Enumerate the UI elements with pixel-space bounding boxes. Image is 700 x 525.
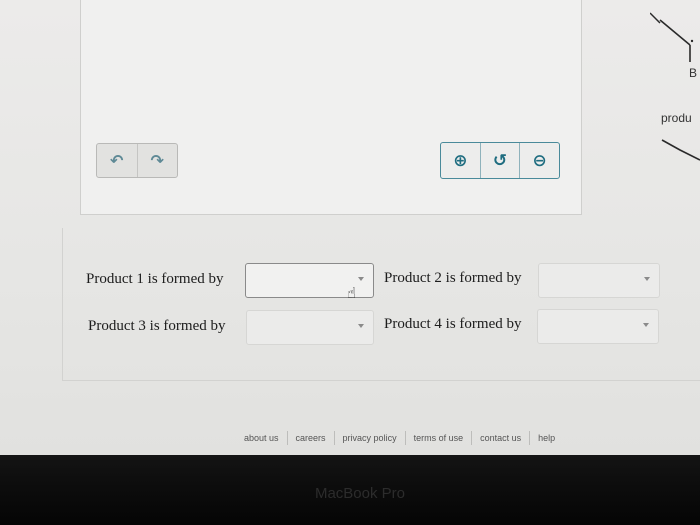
question-area [62,228,700,381]
structure-caption: produ [661,111,692,125]
undo-button[interactable]: ↶ [97,144,138,177]
molecule-structure [650,12,700,161]
chevron-down-icon [358,324,364,328]
atom-label: B [689,66,698,80]
redo-icon: ↷ [150,151,164,170]
footer-links: about us careers privacy policy terms of… [236,428,563,448]
footer-link-careers[interactable]: careers [288,433,334,443]
zoom-in-icon: ⊕ [453,150,468,171]
question-label-3: Product 3 is formed by [88,318,226,334]
question-label-2: Product 2 is formed by [384,270,522,286]
chevron-down-icon [643,323,649,327]
undo-icon: ↶ [110,151,124,170]
reset-zoom-icon: ↺ [492,150,508,171]
footer-link-about[interactable]: about us [236,433,287,443]
hand-cursor-icon: ☝ [347,284,357,302]
reset-zoom-button[interactable]: ↺ [481,143,521,178]
product-4-select[interactable] [537,309,659,344]
footer-link-contact[interactable]: contact us [472,433,529,443]
zoom-in-button[interactable]: ⊕ [441,143,481,178]
footer-link-terms[interactable]: terms of use [406,433,472,443]
bezel-label: MacBook Pro [314,485,406,502]
history-toolbar: ↶ ↷ [96,143,178,178]
footer-link-privacy[interactable]: privacy policy [335,433,405,443]
product-3-select[interactable] [246,310,374,345]
redo-button[interactable]: ↷ [138,144,178,177]
drawing-canvas[interactable] [80,0,582,215]
product-2-select[interactable] [538,263,660,298]
footer-link-help[interactable]: help [530,433,563,443]
question-label-1: Product 1 is formed by [86,271,224,287]
screen: ↶ ↷ ⊕ ↺ ⊖ B produ Product 1 is formed by… [0,0,700,455]
zoom-toolbar: ⊕ ↺ ⊖ [440,142,560,179]
zoom-out-button[interactable]: ⊖ [520,143,559,178]
chevron-down-icon [358,277,364,281]
zoom-out-icon: ⊖ [532,150,547,171]
chevron-down-icon [644,277,650,281]
question-label-4: Product 4 is formed by [384,316,522,332]
